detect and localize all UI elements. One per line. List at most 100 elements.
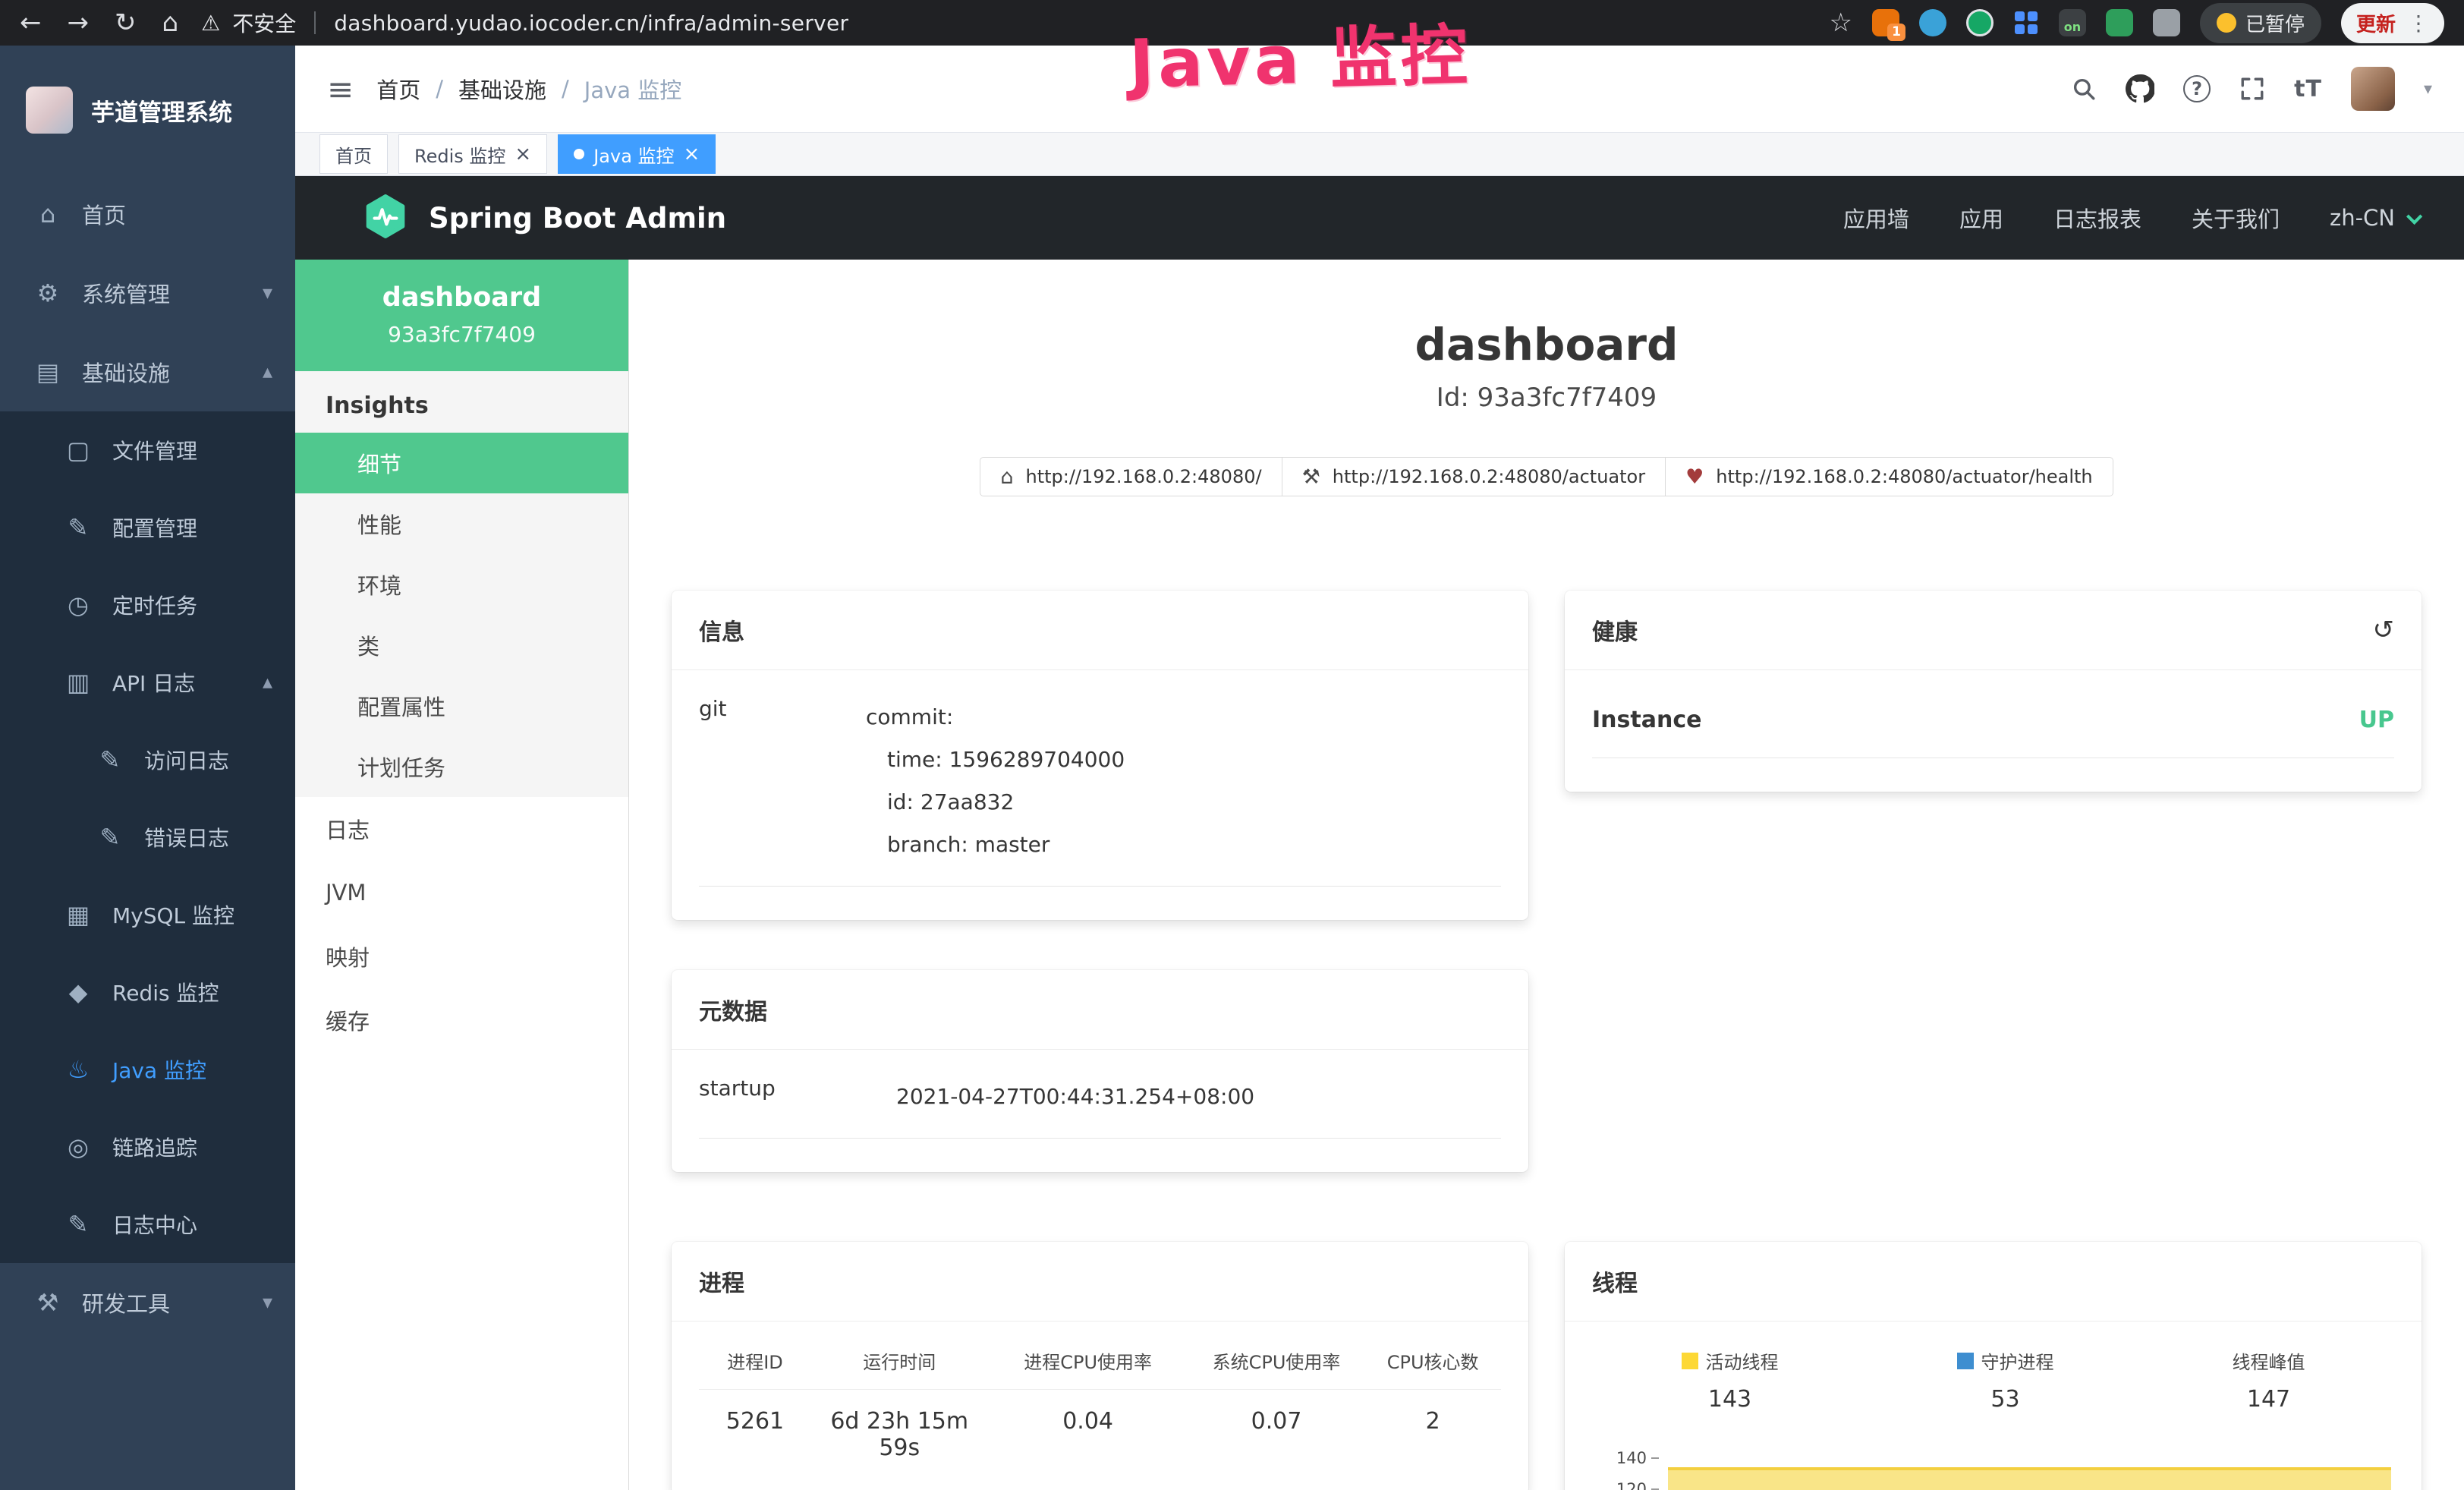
metadata-card-body: startup 2021-04-27T00:44:31.254+08:00 — [672, 1050, 1528, 1172]
info-row-git: git commit: time: 1596289704000 id: 27aa… — [699, 696, 1501, 887]
health-key: Instance — [1592, 707, 1701, 733]
sba-item-classes[interactable]: 类 — [295, 615, 628, 676]
sba-item-metrics[interactable]: 性能 — [295, 493, 628, 554]
sba-header: Spring Boot Admin 应用墙 应用 日志报表 关于我们 zh-CN — [295, 176, 2464, 260]
url-text[interactable]: dashboard.yudao.iocoder.cn/infra/admin-s… — [334, 11, 848, 36]
link-actuator-url[interactable]: ⚒ http://192.168.0.2:48080/actuator — [1282, 457, 1666, 496]
cards-grid: 信息 git commit: time: 1596289704000 id: 2 — [672, 591, 2422, 1490]
green-circle-extension-icon[interactable] — [1966, 9, 1994, 36]
sidebar-item-mysql-monitor[interactable]: ▦ MySQL 监控 — [0, 876, 295, 953]
info-card-header: 信息 — [672, 591, 1528, 670]
sidebar-item-access-logs[interactable]: ✎ 访问日志 — [0, 721, 295, 799]
sba-logo-icon[interactable] — [362, 193, 409, 243]
link-health-url[interactable]: ♥ http://192.168.0.2:48080/actuator/heal… — [1665, 457, 2113, 496]
sidebar-item-config-management[interactable]: ✎ 配置管理 — [0, 489, 295, 566]
sba-nav-about[interactable]: 关于我们 — [2192, 202, 2280, 234]
timer-icon: ◷ — [62, 591, 94, 619]
sba-nav-journal[interactable]: 日志报表 — [2053, 202, 2141, 234]
sidebar-item-infrastructure[interactable]: ▤ 基础设施 ▴ — [0, 332, 295, 411]
help-icon[interactable]: ? — [2183, 75, 2211, 102]
back-icon[interactable]: ← — [20, 8, 42, 38]
log-icon: ✎ — [62, 1210, 94, 1239]
header-actions: ? tT ▾ — [2071, 67, 2432, 111]
on-toggle-extension-icon[interactable]: on — [2059, 9, 2086, 36]
breadcrumb-separator: / — [436, 76, 443, 102]
insights-group-label: Insights — [295, 371, 628, 433]
tab-redis-monitor[interactable]: Redis 监控 × — [398, 134, 547, 174]
user-avatar[interactable] — [2351, 67, 2395, 111]
sba-item-details[interactable]: 细节 — [295, 433, 628, 493]
legend-value: 53 — [1957, 1386, 2054, 1413]
sidebar-item-redis-monitor[interactable]: ◆ Redis 监控 — [0, 953, 295, 1031]
sba-item-logs[interactable]: 日志 — [295, 797, 628, 861]
sba-item-caches[interactable]: 缓存 — [295, 988, 628, 1052]
home-icon: ⌂ — [1000, 465, 1013, 489]
breadcrumb-item-infrastructure[interactable]: 基础设施 — [458, 73, 546, 105]
app-brand[interactable]: 芋道管理系统 — [0, 46, 295, 175]
sidebar-item-system-management[interactable]: ⚙ 系统管理 ▾ — [0, 254, 295, 332]
sba-item-mappings[interactable]: 映射 — [295, 925, 628, 988]
sba-item-scheduled-tasks[interactable]: 计划任务 — [295, 736, 628, 797]
health-card: 健康 ↺ Instance UP — [1565, 591, 2422, 792]
puzzle-extensions-icon[interactable] — [2153, 9, 2180, 36]
forward-icon[interactable]: → — [68, 8, 90, 38]
paused-button[interactable]: 已暂停 — [2200, 3, 2321, 43]
sba-item-jvm[interactable]: JVM — [295, 861, 628, 925]
git-branch-line: branch: master — [866, 824, 1125, 866]
github-icon[interactable] — [2126, 74, 2154, 103]
reload-icon[interactable]: ↻ — [115, 8, 137, 38]
app-main-column: ≡ 首页 / 基础设施 / Java 监控 ? tT — [295, 46, 2464, 1490]
fullscreen-icon[interactable] — [2239, 76, 2265, 102]
sidebar-item-file-management[interactable]: ▢ 文件管理 — [0, 411, 295, 489]
sidebar-item-api-logs[interactable]: ▥ API 日志 ▴ — [0, 644, 295, 721]
process-card: 进程 进程ID 运行时间 进程CPU使用率 系统CPU使用率 CPU核心数 — [672, 1242, 1528, 1490]
sidebar-item-trace[interactable]: ◎ 链路追踪 — [0, 1108, 295, 1186]
process-col-cpu-label: 进程CPU使用率 — [988, 1347, 1188, 1374]
spring-boot-admin-frame: Spring Boot Admin 应用墙 应用 日志报表 关于我们 zh-CN — [295, 176, 2464, 1490]
breadcrumb-separator: / — [562, 76, 569, 102]
tab-java-monitor[interactable]: Java 监控 × — [558, 134, 716, 174]
sba-item-environment[interactable]: 环境 — [295, 554, 628, 615]
bookmark-star-icon[interactable]: ☆ — [1829, 8, 1852, 38]
sidebar-item-java-monitor[interactable]: ♨ Java 监控 — [0, 1031, 295, 1108]
sba-item-configprops[interactable]: 配置属性 — [295, 676, 628, 736]
sidebar-item-dev-tools[interactable]: ⚒ 研发工具 ▾ — [0, 1263, 295, 1342]
site-security-chip[interactable]: ⚠ 不安全 dashboard.yudao.iocoder.cn/infra/a… — [201, 8, 848, 38]
sidebar-item-home[interactable]: ⌂ 首页 — [0, 175, 295, 254]
orange-extension-icon[interactable]: 1 — [1872, 9, 1899, 36]
tab-close-icon[interactable]: × — [515, 144, 531, 164]
active-tab-dot — [574, 149, 584, 159]
link-root-url[interactable]: ⌂ http://192.168.0.2:48080/ — [980, 457, 1282, 496]
history-icon[interactable]: ↺ — [2373, 615, 2395, 645]
breadcrumb-item-home[interactable]: 首页 — [376, 73, 420, 105]
tab-home[interactable]: 首页 — [319, 134, 388, 174]
health-card-header: 健康 ↺ — [1565, 591, 2422, 670]
collapse-sidebar-icon[interactable]: ≡ — [327, 71, 354, 108]
locale-switcher[interactable]: zh-CN — [2330, 205, 2418, 231]
instance-header[interactable]: dashboard 93a3fc7f7409 — [295, 260, 628, 371]
sidebar-item-scheduled-tasks[interactable]: ◷ 定时任务 — [0, 566, 295, 644]
app-logo-image — [26, 87, 73, 134]
browser-menu-dots-icon[interactable]: ⋮ — [2408, 11, 2429, 36]
tab-label: Redis 监控 — [414, 141, 505, 168]
tab-close-icon[interactable]: × — [684, 144, 700, 164]
font-size-icon[interactable]: tT — [2294, 76, 2322, 102]
blue-grid-extension-icon[interactable] — [2013, 10, 2039, 36]
leaf-extension-icon[interactable] — [2106, 9, 2133, 36]
search-icon[interactable] — [2071, 76, 2097, 102]
sidebar-item-label: Redis 监控 — [112, 977, 219, 1007]
security-divider — [314, 11, 316, 34]
browser-home-icon[interactable]: ⌂ — [162, 8, 179, 38]
sidebar-item-label: 配置管理 — [112, 512, 197, 543]
link-url-text: http://192.168.0.2:48080/actuator — [1333, 466, 1645, 487]
sba-nav-applications[interactable]: 应用 — [1959, 202, 2003, 234]
process-cpu-value: 0.04 — [988, 1408, 1188, 1461]
blue-drop-extension-icon[interactable] — [1919, 9, 1946, 36]
sidebar-item-log-center[interactable]: ✎ 日志中心 — [0, 1186, 295, 1263]
sba-brand-title[interactable]: Spring Boot Admin — [429, 202, 726, 235]
sba-nav-wallboard[interactable]: 应用墙 — [1843, 202, 1909, 234]
extension-badge: 1 — [1887, 24, 1905, 41]
update-button[interactable]: 更新 ⋮ — [2341, 3, 2444, 43]
sidebar-item-error-logs[interactable]: ✎ 错误日志 — [0, 799, 295, 876]
mysql-icon: ▦ — [62, 900, 94, 929]
